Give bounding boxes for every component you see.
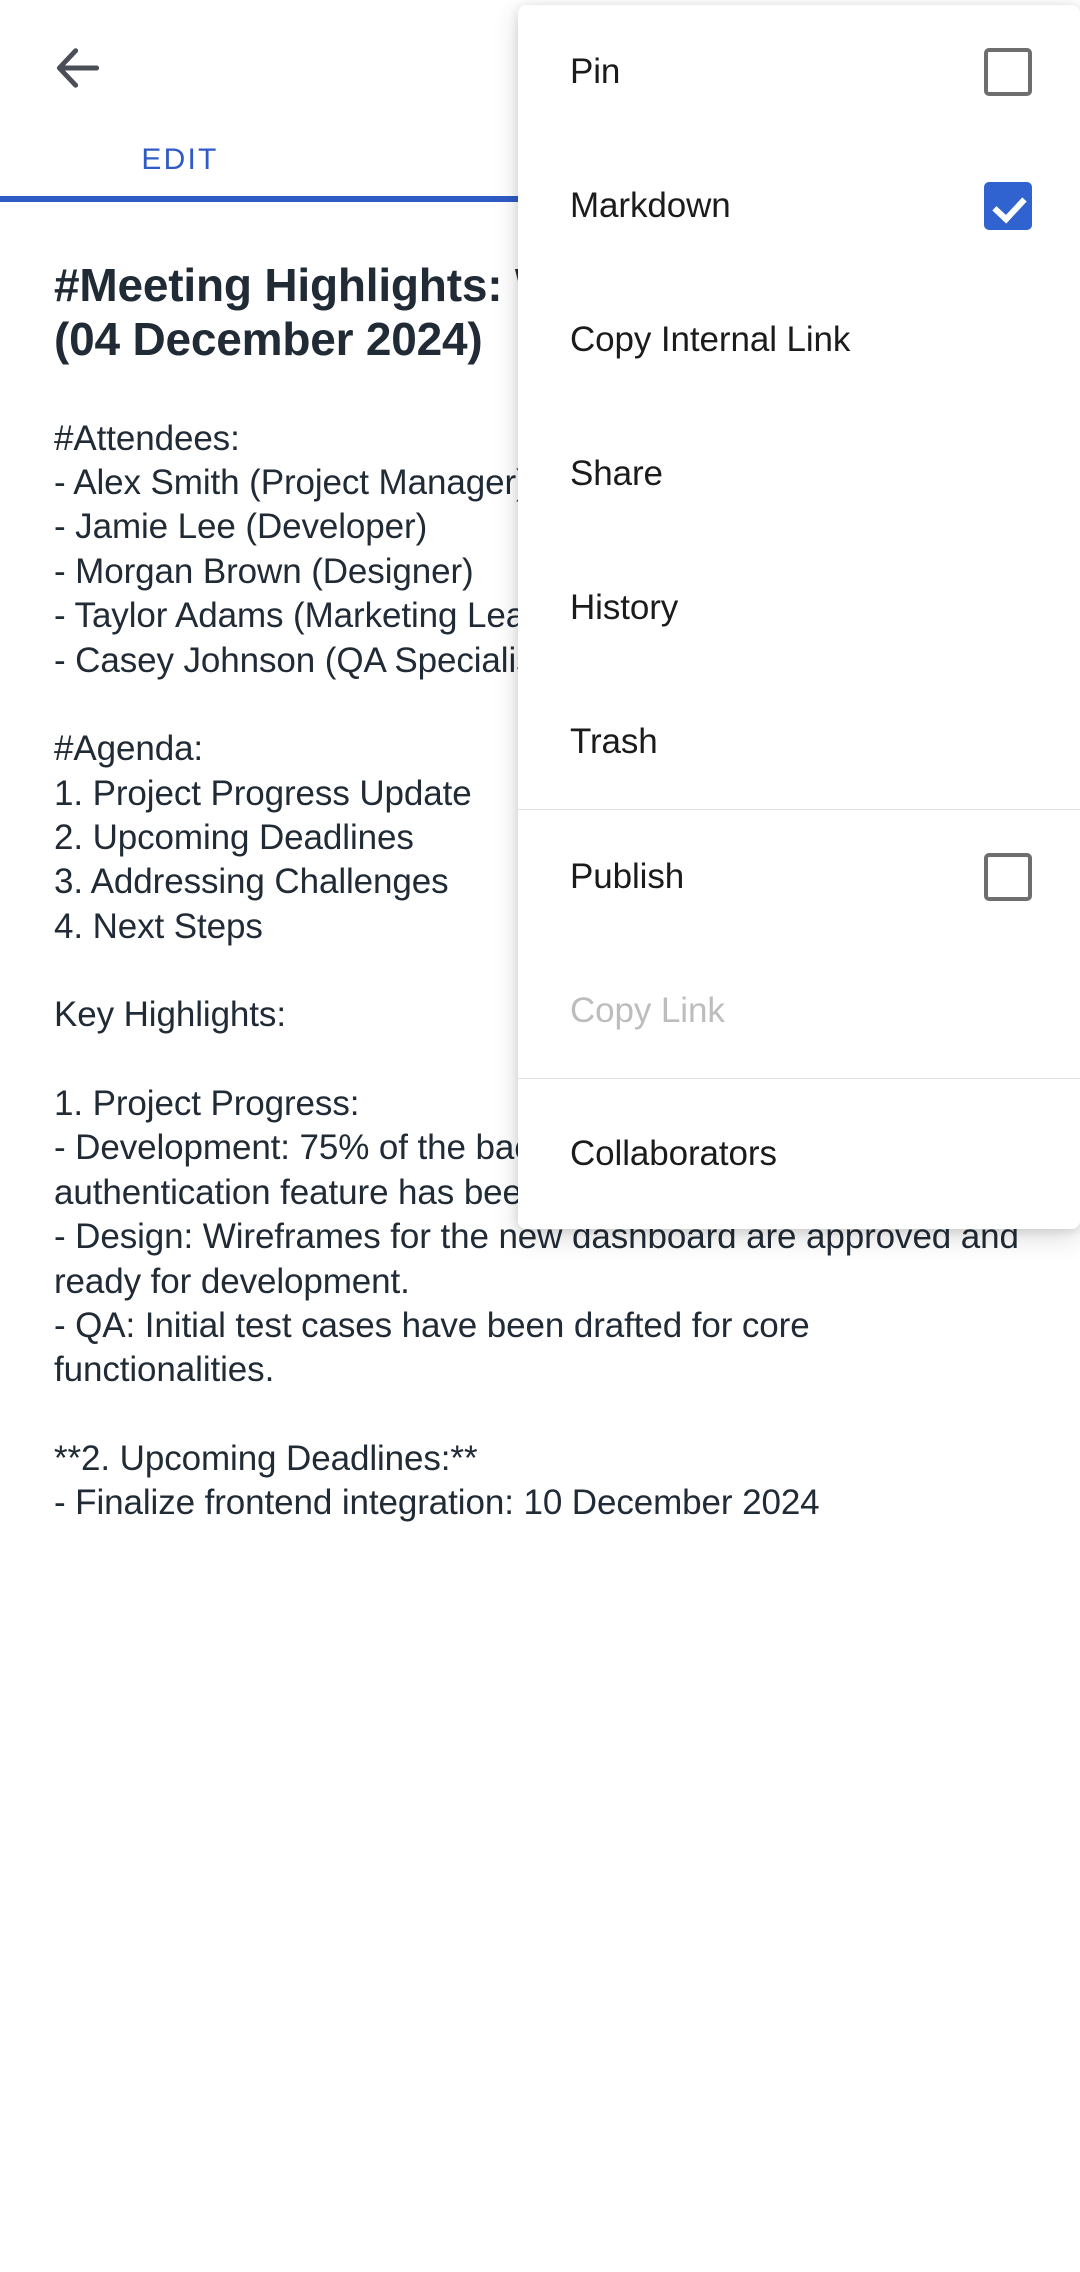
menu-item-share[interactable]: Share	[518, 407, 1080, 541]
menu-item-trash[interactable]: Trash	[518, 675, 1080, 809]
markdown-checkbox[interactable]	[984, 182, 1032, 230]
menu-item-copy-internal-link-label: Copy Internal Link	[570, 320, 851, 359]
menu-group-publish: Publish Copy Link	[518, 810, 1080, 1078]
menu-group-primary: Pin Markdown Copy Internal Link Share Hi…	[518, 5, 1080, 809]
menu-group-collaborators: Collaborators	[518, 1079, 1080, 1229]
menu-item-collaborators[interactable]: Collaborators	[518, 1079, 1080, 1229]
menu-item-collaborators-label: Collaborators	[570, 1134, 777, 1173]
back-button[interactable]	[36, 26, 120, 110]
menu-item-history-label: History	[570, 588, 679, 627]
menu-item-copy-link-label: Copy Link	[570, 991, 725, 1030]
document-block-upcoming-deadlines: **2. Upcoming Deadlines:** - Finalize fr…	[54, 1438, 820, 1523]
options-menu: Pin Markdown Copy Internal Link Share Hi…	[518, 5, 1080, 1229]
menu-item-history[interactable]: History	[518, 541, 1080, 675]
menu-item-share-label: Share	[570, 454, 663, 493]
menu-item-copy-link: Copy Link	[518, 944, 1080, 1078]
menu-item-pin[interactable]: Pin	[518, 5, 1080, 139]
menu-item-copy-internal-link[interactable]: Copy Internal Link	[518, 273, 1080, 407]
tab-edit[interactable]: EDIT	[0, 118, 360, 202]
menu-item-publish-label: Publish	[570, 857, 685, 896]
menu-item-publish[interactable]: Publish	[518, 810, 1080, 944]
menu-item-markdown-label: Markdown	[570, 186, 731, 225]
publish-checkbox[interactable]	[984, 853, 1032, 901]
arrow-left-icon	[50, 40, 106, 96]
menu-item-trash-label: Trash	[570, 722, 658, 761]
menu-item-markdown[interactable]: Markdown	[518, 139, 1080, 273]
pin-checkbox[interactable]	[984, 48, 1032, 96]
menu-item-pin-label: Pin	[570, 52, 621, 91]
tab-edit-label: EDIT	[141, 143, 219, 176]
